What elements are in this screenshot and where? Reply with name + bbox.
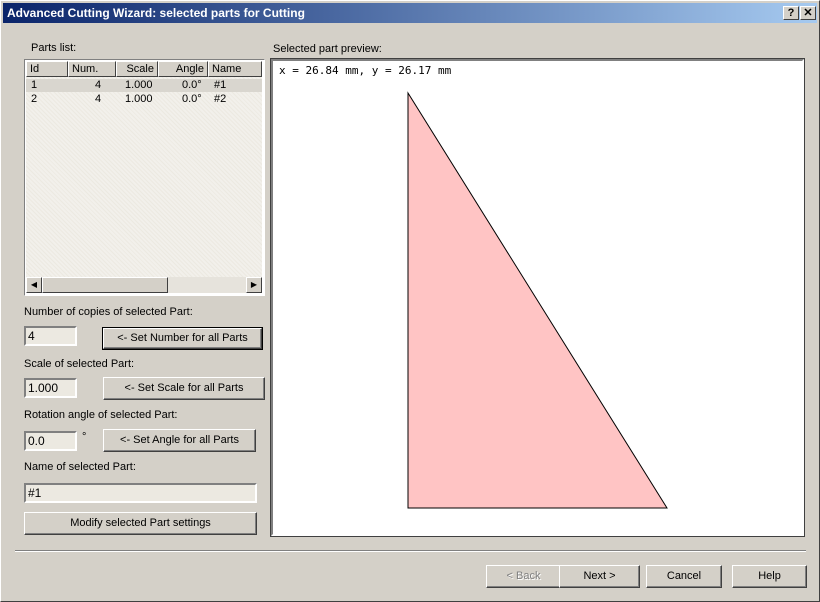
wizard-window: Advanced Cutting Wizard: selected parts … [0, 0, 820, 602]
table-row[interactable]: 1 4 1.000 0.0° #1 [26, 79, 262, 92]
column-header-id[interactable]: Id [26, 61, 68, 77]
set-angle-all-button[interactable]: <- Set Angle for all Parts [103, 429, 256, 452]
copies-field[interactable]: 4 [24, 326, 77, 346]
cell-scale: 1.000 [125, 79, 153, 91]
help-button[interactable]: Help [732, 565, 807, 588]
horizontal-scrollbar[interactable]: ◀ ▶ [26, 277, 262, 293]
help-title-button[interactable]: ? [783, 6, 799, 20]
scale-field[interactable]: 1.000 [24, 378, 77, 398]
back-button[interactable]: < Back [486, 565, 561, 588]
cell-angle: 0.0° [182, 93, 202, 105]
window-title: Advanced Cutting Wizard: selected parts … [7, 6, 305, 20]
modify-part-button[interactable]: Modify selected Part settings [24, 512, 257, 535]
copies-label: Number of copies of selected Part: [24, 306, 193, 318]
cancel-button[interactable]: Cancel [646, 565, 722, 588]
rotation-label: Rotation angle of selected Part: [24, 409, 178, 421]
set-number-all-button[interactable]: <- Set Number for all Parts [102, 327, 263, 350]
footer-separator [15, 550, 806, 552]
column-header-name[interactable]: Name [208, 61, 262, 77]
cell-scale: 1.000 [125, 93, 153, 105]
cell-id: 2 [31, 93, 38, 105]
title-bar: Advanced Cutting Wizard: selected parts … [3, 3, 817, 23]
column-header-angle[interactable]: Angle [158, 61, 208, 77]
column-header-num[interactable]: Num. [68, 61, 116, 77]
cell-angle: 0.0° [182, 79, 202, 91]
cell-num: 4 [95, 93, 102, 105]
parts-list-body: Id Num. Scale Angle Name 1 4 1.000 0.0° … [26, 61, 262, 277]
degree-unit-label: ° [82, 431, 87, 443]
table-row[interactable]: 2 4 1.000 0.0° #2 [26, 93, 262, 106]
cell-num: 4 [95, 79, 102, 91]
cell-name: #1 [214, 79, 227, 91]
cell-id: 1 [31, 79, 38, 91]
preview-label: Selected part preview: [273, 43, 382, 55]
scroll-left-icon[interactable]: ◀ [26, 277, 42, 293]
scroll-right-icon[interactable]: ▶ [246, 277, 262, 293]
close-icon[interactable]: ✕ [800, 6, 816, 20]
part-preview-canvas [407, 91, 668, 509]
parts-list-label: Parts list: [31, 42, 77, 54]
part-name-label: Name of selected Part: [24, 461, 136, 473]
rotation-field[interactable]: 0.0 [24, 431, 77, 451]
part-triangle-shape [407, 91, 668, 509]
part-preview[interactable]: x = 26.84 mm, y = 26.17 mm [270, 58, 805, 537]
scale-label: Scale of selected Part: [24, 358, 135, 370]
parts-list[interactable]: Id Num. Scale Angle Name 1 4 1.000 0.0° … [24, 59, 265, 296]
part-name-field[interactable]: #1 [24, 483, 257, 503]
set-scale-all-button[interactable]: <- Set Scale for all Parts [103, 377, 265, 400]
next-button[interactable]: Next > [559, 565, 640, 588]
scrollbar-thumb[interactable] [42, 277, 168, 293]
column-header-scale[interactable]: Scale [116, 61, 158, 77]
cell-name: #2 [214, 93, 227, 105]
